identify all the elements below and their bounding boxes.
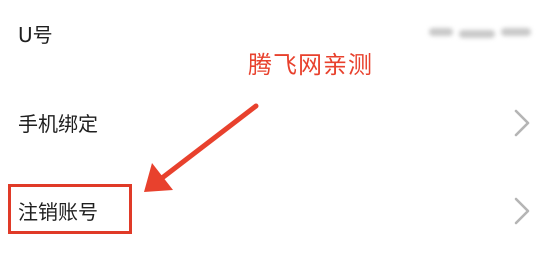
chevron-right-icon bbox=[514, 197, 530, 225]
settings-row-phone[interactable]: 手机绑定 bbox=[0, 84, 550, 164]
annotation-text: 腾飞网亲测 bbox=[248, 51, 373, 79]
chevron-right-icon bbox=[514, 109, 530, 137]
annotation-highlight-box bbox=[8, 184, 132, 234]
uid-value-redacted bbox=[425, 22, 535, 44]
phone-binding-label: 手机绑定 bbox=[18, 112, 98, 136]
uid-label: U号 bbox=[18, 23, 53, 47]
